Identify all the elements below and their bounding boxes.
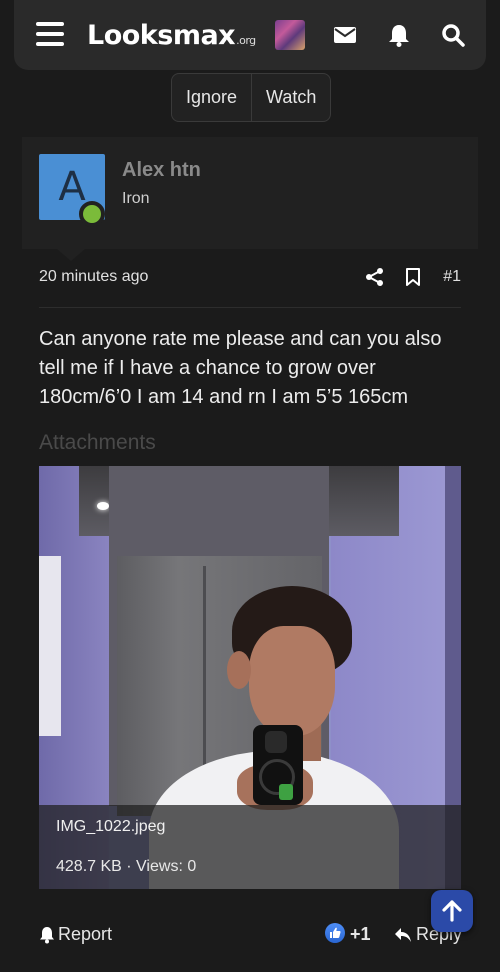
report-button[interactable]: Report [39,924,112,945]
author-name[interactable]: Alex htn [122,159,201,182]
bookmark-icon[interactable] [403,267,423,287]
attachments-heading: Attachments [39,431,156,454]
menu-icon[interactable] [36,22,64,46]
thread-actions: Ignore Watch [171,73,332,122]
logo-text: Looksmax [87,20,236,51]
reply-icon [395,927,411,942]
post-author-panel: A Alex htn Iron [22,137,478,249]
post-meta: 20 minutes ago #1 [39,266,461,290]
share-icon[interactable] [365,267,385,287]
online-status-indicator [79,201,105,227]
like-icon[interactable] [325,923,345,943]
top-navbar: Looksmax.org [14,0,486,70]
search-icon[interactable] [440,22,466,48]
attachment-caption: IMG_1022.jpeg 428.7 KB · Views: 0 [39,805,461,889]
user-avatar[interactable] [275,20,305,50]
post-number[interactable]: #1 [443,268,461,286]
author-title: Iron [122,190,150,207]
report-label: Report [58,924,113,944]
divider [39,307,461,308]
post-timestamp[interactable]: 20 minutes ago [39,268,148,286]
post-footer: Report +1 Reply [39,920,462,948]
arrow-up-icon [442,900,462,922]
like-count[interactable]: +1 [350,924,371,945]
ignore-button[interactable]: Ignore [172,74,251,121]
bell-icon [40,926,54,943]
watch-button[interactable]: Watch [252,74,330,121]
bell-icon[interactable] [386,22,412,48]
site-logo[interactable]: Looksmax.org [87,20,256,51]
post-message: Can anyone rate me please and can you al… [39,328,442,408]
attachment-meta: 428.7 KB · Views: 0 [56,858,197,875]
scroll-to-top-button[interactable] [431,890,473,932]
mail-icon[interactable] [332,22,358,48]
attachment-image[interactable]: IMG_1022.jpeg 428.7 KB · Views: 0 [39,466,461,889]
logo-suffix: .org [236,34,256,47]
attachment-filename[interactable]: IMG_1022.jpeg [56,818,165,836]
author-panel-pointer [57,249,85,261]
